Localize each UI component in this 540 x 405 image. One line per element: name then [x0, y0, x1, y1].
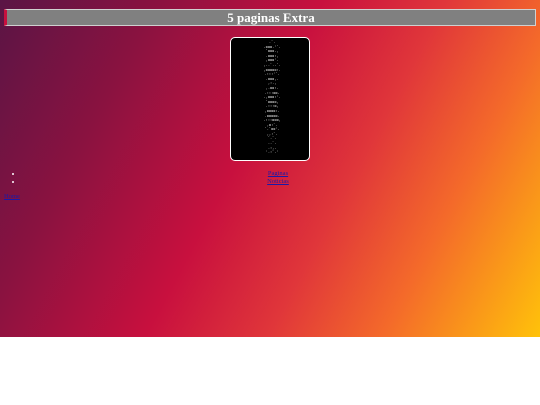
- home-link[interactable]: Home: [4, 193, 20, 200]
- nav-list: Paginas Noticias: [0, 170, 540, 186]
- ascii-logo-card: .`. .ooo.'`. `ooo., .ooo:, ,ooo'. ,..`..…: [230, 37, 310, 161]
- page-title: 5 paginas Extra: [227, 10, 315, 25]
- header-banner: 5 paginas Extra: [4, 9, 536, 26]
- bullet-icon: [12, 181, 14, 183]
- nav-item-noticias: Noticias: [0, 178, 540, 186]
- nav-item-paginas: Paginas: [0, 170, 540, 178]
- bullet-icon: [12, 173, 14, 175]
- ascii-art-image: .`. .ooo.'`. `ooo., .ooo:, ,ooo'. ,..`..…: [263, 40, 281, 155]
- noticias-link[interactable]: Noticias: [267, 178, 289, 185]
- paginas-link[interactable]: Paginas: [268, 170, 288, 177]
